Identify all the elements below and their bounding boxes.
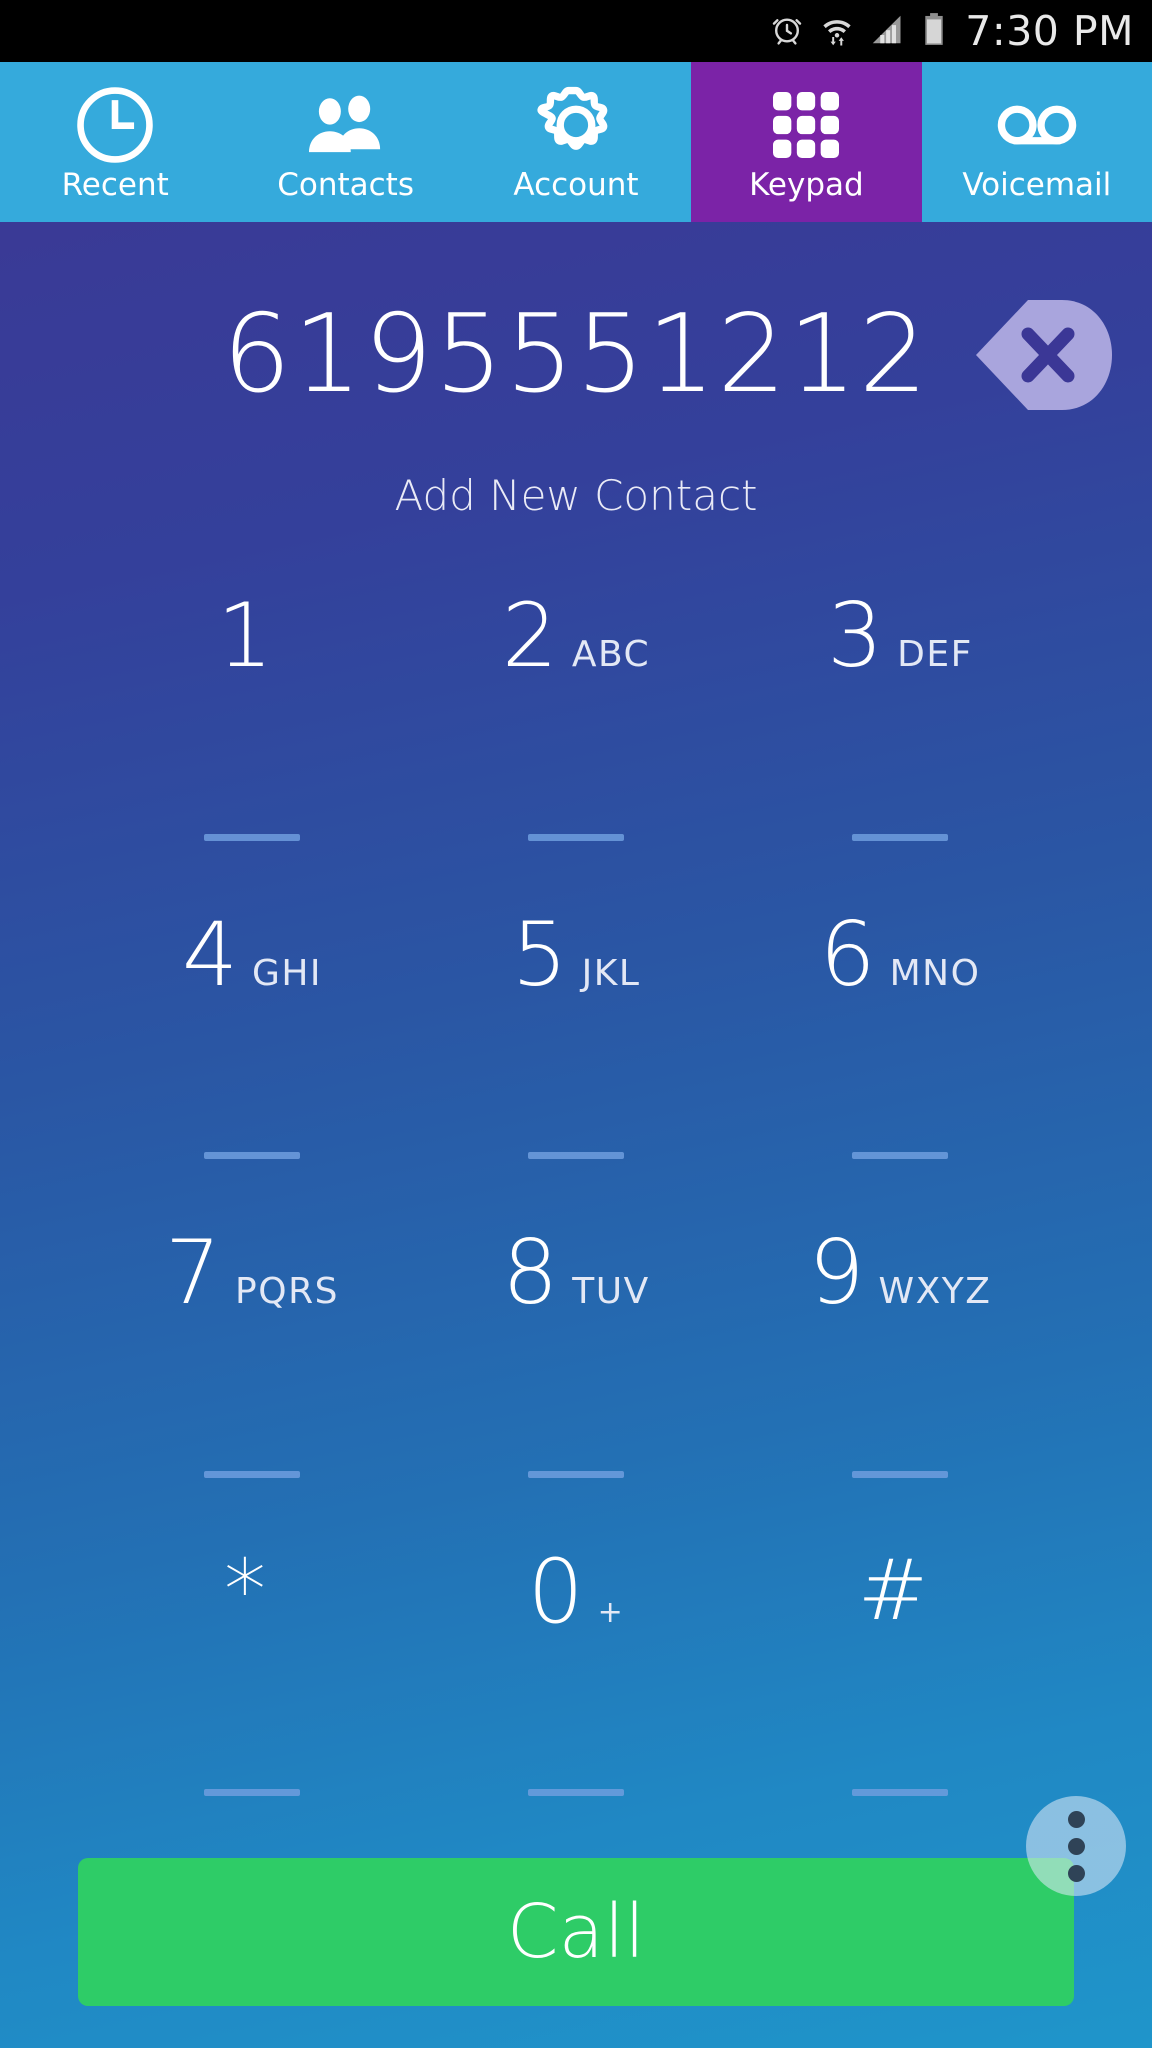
key-digit: 0 [527,1539,584,1643]
key-letters: GHI [251,952,323,994]
key-underline [204,1152,300,1159]
add-new-contact-link[interactable]: Add New Contact [394,471,757,520]
key-underline [852,833,948,841]
key-underline [528,833,624,841]
key-3[interactable]: 3 DEF [738,584,1062,903]
key-1[interactable]: 1 [90,584,414,903]
key-underline [528,1470,624,1478]
tab-label: Contacts [277,166,414,203]
key-underline [204,1789,300,1796]
call-button[interactable]: Call [78,1858,1074,2006]
status-bar: 7:30 PM [0,0,1152,62]
key-9[interactable]: 9 WXYZ [738,1221,1062,1540]
key-underline [204,833,300,841]
gear-icon [532,84,620,166]
key-digit: 6 [819,902,876,1006]
call-button-row: Call [0,1858,1152,2048]
key-digit: 4 [181,902,238,1006]
tab-contacts[interactable]: Contacts [230,62,461,222]
add-contact-row: Add New Contact [0,440,1152,550]
key-hash[interactable]: # [738,1540,1062,1859]
keypad-grid-icon [762,84,850,166]
overflow-menu-icon [1067,1864,1085,1882]
key-letters: TUV [572,1271,650,1312]
key-underline [852,1789,948,1796]
key-0[interactable]: 0 + [414,1540,738,1859]
key-letters: PQRS [235,1271,339,1312]
overflow-menu-button[interactable] [1026,1796,1126,1896]
key-4[interactable]: 4 GHI [90,903,414,1222]
key-letters: ABC [571,634,651,675]
number-display-row: 6195551212 [0,270,1152,440]
tab-bar: Recent Contacts Account Keypad Voicemail [0,62,1152,222]
key-digit: 2 [501,584,558,687]
key-letters: DEF [897,634,973,675]
key-letters: JKL [581,952,641,994]
tab-label: Keypad [749,166,864,203]
key-letters: MNO [889,952,981,994]
clock-icon [71,84,159,166]
alarm-clock-icon [769,11,805,51]
key-digit: 8 [502,1221,559,1324]
key-digit: * [224,1540,266,1639]
dialed-number[interactable]: 6195551212 [222,301,929,409]
key-star[interactable]: * [90,1540,414,1859]
key-6[interactable]: 6 MNO [738,903,1062,1222]
key-7[interactable]: 7 PQRS [90,1221,414,1540]
tab-recent[interactable]: Recent [0,62,231,222]
keypad-grid: 1 2 ABC 3 DEF 4 GHI 5 JKL 6 MNO 7 PQRS 8… [0,550,1152,1858]
key-letters: WXYZ [878,1271,992,1312]
key-digit: 5 [511,902,568,1006]
key-underline [204,1470,300,1478]
tab-voicemail[interactable]: Voicemail [921,62,1152,222]
key-2[interactable]: 2 ABC [414,584,738,903]
key-5[interactable]: 5 JKL [414,903,738,1222]
tab-account[interactable]: Account [460,62,692,222]
voicemail-icon [993,84,1081,166]
key-digit: # [857,1540,929,1639]
tab-label: Account [513,166,639,203]
dialer-body: 6195551212 Add New Contact 1 2 ABC 3 DEF… [0,222,1152,2048]
wifi-icon [819,11,855,51]
key-underline [852,1152,948,1159]
tab-label: Recent [61,166,169,203]
key-underline [852,1470,948,1478]
key-underline [528,1789,624,1796]
status-icons [769,11,949,51]
key-digit: 9 [808,1221,865,1324]
key-8[interactable]: 8 TUV [414,1221,738,1540]
overflow-menu-icon [1067,1837,1085,1855]
key-digit: 3 [827,584,884,687]
key-underline [528,1152,624,1159]
key-digit: 1 [217,584,273,687]
phone-screen: 7:30 PM Recent Contacts Account Keypad V… [0,0,1152,2048]
key-letters: + [597,1594,625,1630]
tab-label: Voicemail [962,166,1112,203]
call-button-label: Call [506,1889,646,1975]
backspace-button[interactable] [966,294,1116,416]
tab-keypad[interactable]: Keypad [691,62,922,222]
signal-bars-icon [869,11,905,51]
status-time: 7:30 PM [965,6,1134,55]
battery-icon [919,11,949,51]
contacts-icon [302,84,390,166]
key-digit: 7 [165,1221,222,1324]
overflow-menu-icon [1067,1810,1085,1828]
